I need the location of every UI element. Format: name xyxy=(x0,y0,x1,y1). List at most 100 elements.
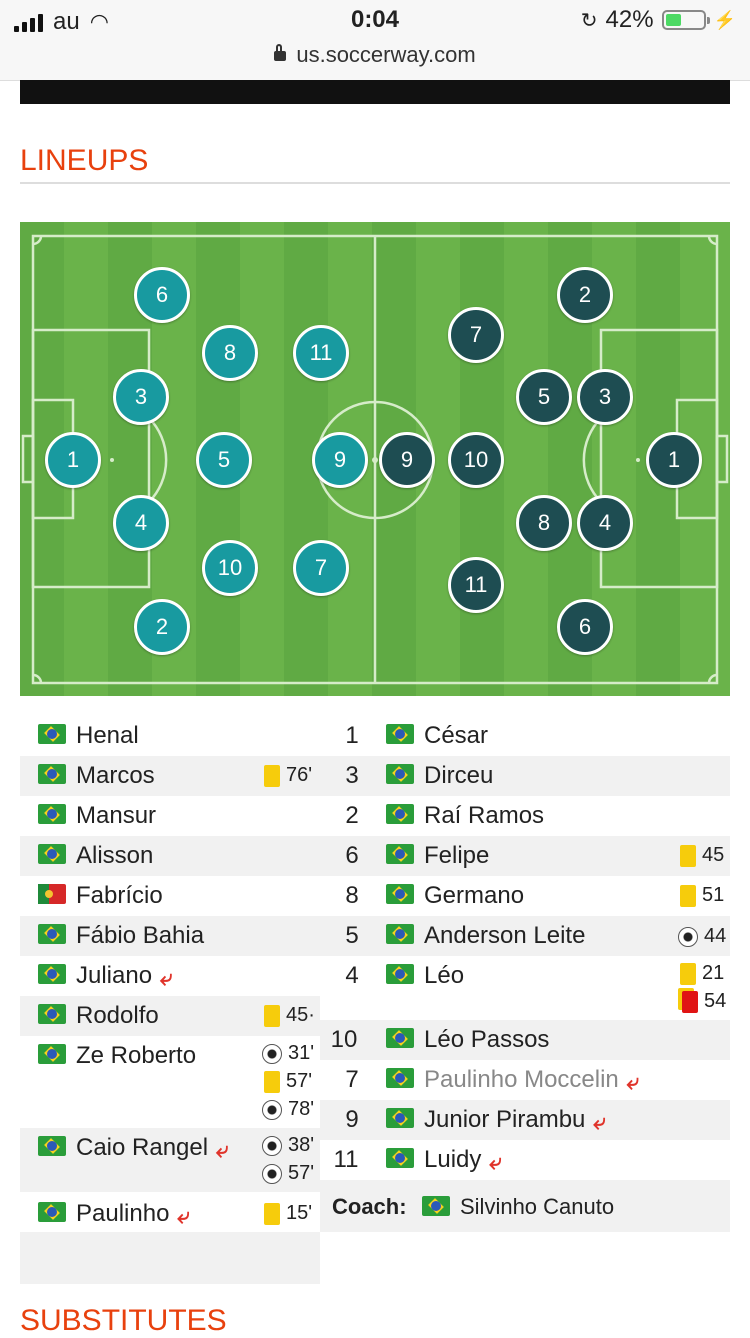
yellow-card-icon xyxy=(680,844,696,867)
brazil-flag-icon xyxy=(38,804,66,824)
away-player-row[interactable]: 1 César xyxy=(320,716,730,756)
brazil-flag-icon xyxy=(386,964,414,984)
home-player-row[interactable]: Paulinho ⤶ 15' xyxy=(20,1192,320,1232)
player-name[interactable]: Fabrício xyxy=(76,882,163,910)
away-player-row[interactable]: 5 Anderson Leite 44 xyxy=(320,916,730,956)
player-name[interactable]: Fábio Bahia xyxy=(76,922,204,950)
event-minute: 45 xyxy=(702,844,725,866)
shirt-number: 2 xyxy=(345,802,359,829)
home-player-marker[interactable]: 6 xyxy=(134,267,190,323)
player-name[interactable]: Léo Passos xyxy=(424,1026,549,1054)
player-name[interactable]: Junior Pirambu ⤶ xyxy=(424,1106,606,1135)
away-player-row[interactable]: 2 Raí Ramos xyxy=(320,796,730,836)
away-player-row[interactable]: 9 Junior Pirambu ⤶ xyxy=(320,1100,730,1140)
coach-name[interactable]: Silvinho Canuto xyxy=(460,1194,614,1220)
player-name[interactable]: Luidy ⤶ xyxy=(424,1146,502,1175)
away-player-row[interactable]: 7 Paulinho Moccelin ⤶ xyxy=(320,1060,730,1100)
home-player-marker[interactable]: 9 xyxy=(312,432,368,488)
away-player-marker[interactable]: 2 xyxy=(557,267,613,323)
home-player-row[interactable]: Caio Rangel ⤶ 38' 57' xyxy=(20,1128,320,1192)
home-player-marker[interactable]: 4 xyxy=(113,495,169,551)
away-player-row[interactable]: 11 Luidy ⤶ xyxy=(320,1140,730,1180)
home-player-row[interactable]: Fabrício xyxy=(20,876,320,916)
player-name[interactable]: César xyxy=(424,722,488,750)
home-player-marker[interactable]: 2 xyxy=(134,599,190,655)
player-name-text[interactable]: Paulinho xyxy=(76,1200,169,1227)
shirt-number: 5 xyxy=(345,922,359,949)
away-player-marker[interactable]: 10 xyxy=(448,432,504,488)
player-name[interactable]: Germano xyxy=(424,882,524,910)
player-name[interactable]: Paulinho ⤶ xyxy=(76,1200,190,1229)
brazil-flag-icon xyxy=(386,1068,414,1088)
home-player-marker[interactable]: 1 xyxy=(45,432,101,488)
home-player-row[interactable]: Juliano ⤶ xyxy=(20,956,320,996)
home-player-marker[interactable]: 7 xyxy=(293,540,349,596)
player-name[interactable]: Mansur xyxy=(76,802,156,830)
player-name[interactable]: Henal xyxy=(76,722,139,750)
shirt-number: 9 xyxy=(345,1106,359,1133)
player-name-text[interactable]: Luidy xyxy=(424,1146,481,1173)
battery-percent: 42% xyxy=(605,6,654,33)
away-player-marker[interactable]: 3 xyxy=(577,369,633,425)
player-name[interactable]: Felipe xyxy=(424,842,489,870)
away-player-row[interactable]: 8 Germano 51 xyxy=(320,876,730,916)
player-name-text[interactable]: Caio Rangel xyxy=(76,1134,208,1161)
brazil-flag-icon xyxy=(38,1136,66,1156)
home-player-marker[interactable]: 5 xyxy=(196,432,252,488)
away-player-row[interactable]: 3 Dirceu xyxy=(320,756,730,796)
away-player-marker[interactable]: 1 xyxy=(646,432,702,488)
address-bar[interactable]: us.soccerway.com xyxy=(0,42,750,68)
away-player-marker[interactable]: 4 xyxy=(577,495,633,551)
player-name[interactable]: Paulinho Moccelin ⤶ xyxy=(424,1066,639,1095)
away-player-marker[interactable]: 7 xyxy=(448,307,504,363)
substitution-icon: ⤶ xyxy=(626,1069,640,1094)
player-name[interactable]: Dirceu xyxy=(424,762,493,790)
home-player-marker[interactable]: 11 xyxy=(293,325,349,381)
url-text: us.soccerway.com xyxy=(296,42,476,67)
home-player-marker[interactable]: 10 xyxy=(202,540,258,596)
goal-event: 78' xyxy=(262,1098,314,1121)
charging-icon: ⚡ xyxy=(713,9,736,30)
home-player-row[interactable]: Alisson xyxy=(20,836,320,876)
home-player-row[interactable]: Marcos 76' xyxy=(20,756,320,796)
home-player-marker[interactable]: 3 xyxy=(113,369,169,425)
formation-pitch: 1 3 4 5 6 8 10 2 11 9 7 2 7 5 3 9 10 1 8… xyxy=(20,222,730,696)
substitution-icon: ⤶ xyxy=(489,1149,502,1174)
player-name[interactable]: Anderson Leite xyxy=(424,922,585,950)
player-name[interactable]: Léo xyxy=(424,962,464,990)
away-player-marker[interactable]: 5 xyxy=(516,369,572,425)
away-player-marker[interactable]: 8 xyxy=(516,495,572,551)
player-name[interactable]: Rodolfo xyxy=(76,1002,159,1030)
player-name[interactable]: Ze Roberto xyxy=(76,1042,196,1070)
away-player-marker[interactable]: 9 xyxy=(379,432,435,488)
home-player-row[interactable]: Fábio Bahia xyxy=(20,916,320,956)
shirt-number: 7 xyxy=(345,1066,359,1093)
player-name[interactable]: Juliano ⤶ xyxy=(76,962,172,991)
player-name[interactable]: Marcos xyxy=(76,762,155,790)
away-player-row[interactable]: 10 Léo Passos xyxy=(320,1020,730,1060)
home-player-row[interactable]: Mansur xyxy=(20,796,320,836)
goal-ball-icon xyxy=(262,1043,282,1064)
player-name-text[interactable]: Paulinho Moccelin xyxy=(424,1066,619,1093)
away-player-marker[interactable]: 6 xyxy=(557,599,613,655)
substitution-icon: ⤶ xyxy=(216,1137,229,1162)
player-name-text[interactable]: Juliano xyxy=(76,962,152,989)
home-player-row[interactable]: Henal xyxy=(20,716,320,756)
away-player-row[interactable]: 4 Léo 21 54 xyxy=(320,956,730,1020)
home-list-filler xyxy=(20,1232,320,1284)
player-name[interactable]: Caio Rangel ⤶ xyxy=(76,1134,228,1163)
brazil-flag-icon xyxy=(38,1044,66,1064)
goal-ball-icon xyxy=(262,1099,282,1120)
brazil-flag-icon xyxy=(386,764,414,784)
home-player-row[interactable]: Ze Roberto 31' 57' 78' xyxy=(20,1036,320,1128)
player-name[interactable]: Alisson xyxy=(76,842,153,870)
brazil-flag-icon xyxy=(38,964,66,984)
home-player-row[interactable]: Rodolfo 45· xyxy=(20,996,320,1036)
home-player-marker[interactable]: 8 xyxy=(202,325,258,381)
player-name-text[interactable]: Junior Pirambu xyxy=(424,1106,585,1133)
player-name[interactable]: Raí Ramos xyxy=(424,802,544,830)
away-player-marker[interactable]: 11 xyxy=(448,557,504,613)
event-minute: 15' xyxy=(286,1202,313,1224)
coach-label: Coach: xyxy=(332,1194,407,1219)
away-player-row[interactable]: 6 Felipe 45 xyxy=(320,836,730,876)
